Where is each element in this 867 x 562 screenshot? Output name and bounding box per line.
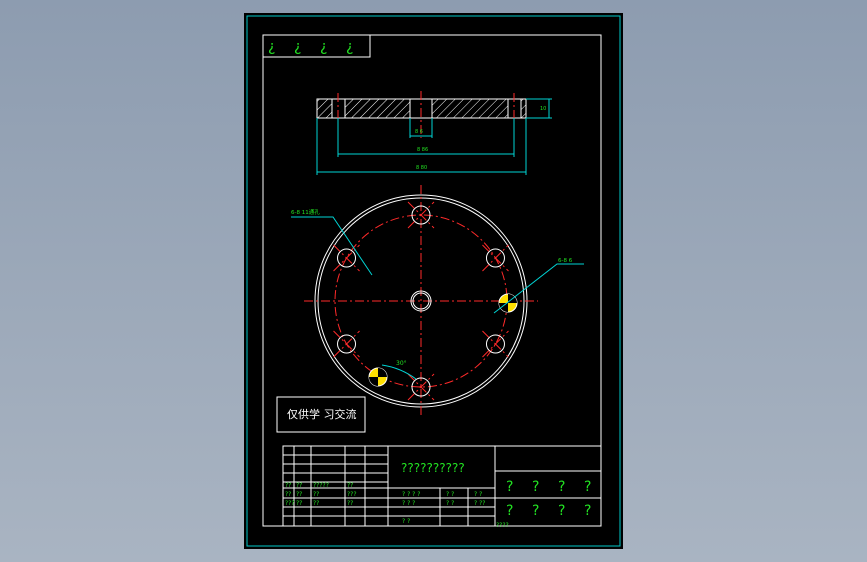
hole-callout-left-text: 6-8 11通孔 xyxy=(291,208,320,216)
corner-tag: ¿ ¿ ¿ ¿ xyxy=(262,34,371,58)
drawing-name: ?????????? xyxy=(401,461,465,475)
title-block-left-label: ?? xyxy=(296,500,302,507)
corner-tag-glyph-2: ¿ xyxy=(294,39,301,55)
title-block-left-label: ??? xyxy=(347,491,357,498)
dimension-thickness: 10 xyxy=(526,98,552,119)
angle-label: 30° xyxy=(396,360,407,367)
bolt-hole xyxy=(482,244,509,272)
section-view: 8 6 8 86 8 80 10 xyxy=(316,91,552,175)
dim-center-label: 8 6 xyxy=(415,129,423,135)
title-block-left-label: ????? xyxy=(313,482,329,489)
title-block-center-label: ? ? xyxy=(474,491,482,498)
title-block-right-glyph: ? xyxy=(532,503,539,519)
title-block-right-glyph: ? xyxy=(584,503,591,519)
title-block-left-label: ?? xyxy=(296,491,302,498)
corner-tag-glyph-1: ¿ xyxy=(268,39,275,55)
bolt-hole xyxy=(333,244,360,272)
title-block-left-label: ?? xyxy=(285,491,291,498)
title-block-right-glyph: ? xyxy=(558,503,565,519)
dim-thickness-label: 10 xyxy=(540,106,546,112)
title-block-center-label: ? ? xyxy=(446,491,454,498)
title-block-center-label: ? ? ? xyxy=(402,500,415,507)
drawing-sheet: ¿ ¿ ¿ ¿ 8 6 8 86 8 80 10 6-8 11通孔 6-8 6 … xyxy=(244,13,623,549)
corner-tag-glyph-4: ¿ xyxy=(346,39,353,55)
bolt-hole xyxy=(482,330,509,358)
title-block-right-glyph: ? xyxy=(506,503,513,519)
dim-outer-label: 8 80 xyxy=(416,165,427,171)
title-block: ?????????? ???? xyxy=(282,445,602,529)
hole-callout-right-text: 6-8 6 xyxy=(558,258,573,264)
dim-middle-label: 8 86 xyxy=(417,147,428,153)
plan-view: 6-8 11通孔 6-8 6 30° xyxy=(291,185,584,417)
title-block-right-glyph: ? xyxy=(506,479,513,495)
title-block-left-label: ?? xyxy=(285,482,291,489)
title-block-right-glyph: ? xyxy=(584,479,591,495)
notice-text: 仅供学 习交流 xyxy=(287,407,357,421)
bottom-note: ???? xyxy=(496,522,509,529)
title-block-center-label: ? ?? xyxy=(474,500,485,507)
title-block-right-glyph: ? xyxy=(532,479,539,495)
title-block-left-label: ??? xyxy=(285,500,295,507)
selection-marker xyxy=(368,367,388,387)
cad-drawing: ¿ ¿ ¿ ¿ 8 6 8 86 8 80 10 6-8 11通孔 6-8 6 … xyxy=(246,15,621,547)
title-block-left-label: ?? xyxy=(313,491,319,498)
title-block-center-label: ? ? ? ? xyxy=(402,491,420,498)
title-block-center-label: ? ? xyxy=(446,500,454,507)
title-block-left-label: ?? xyxy=(313,500,319,507)
title-block-left-label: ?? xyxy=(347,482,353,489)
bolt-hole xyxy=(407,201,435,229)
bolt-hole xyxy=(333,330,360,358)
title-block-left-label: ?? xyxy=(347,500,353,507)
notice-box: 仅供学 习交流 xyxy=(276,396,366,433)
title-block-right-glyph: ? xyxy=(558,479,565,495)
bolt-hole xyxy=(407,373,435,401)
title-block-center-label: ? ? xyxy=(402,518,410,525)
corner-tag-glyph-3: ¿ xyxy=(320,39,327,55)
title-block-left-label: ?? xyxy=(296,482,302,489)
dimension-bolt-circle: 8 86 xyxy=(337,118,515,157)
